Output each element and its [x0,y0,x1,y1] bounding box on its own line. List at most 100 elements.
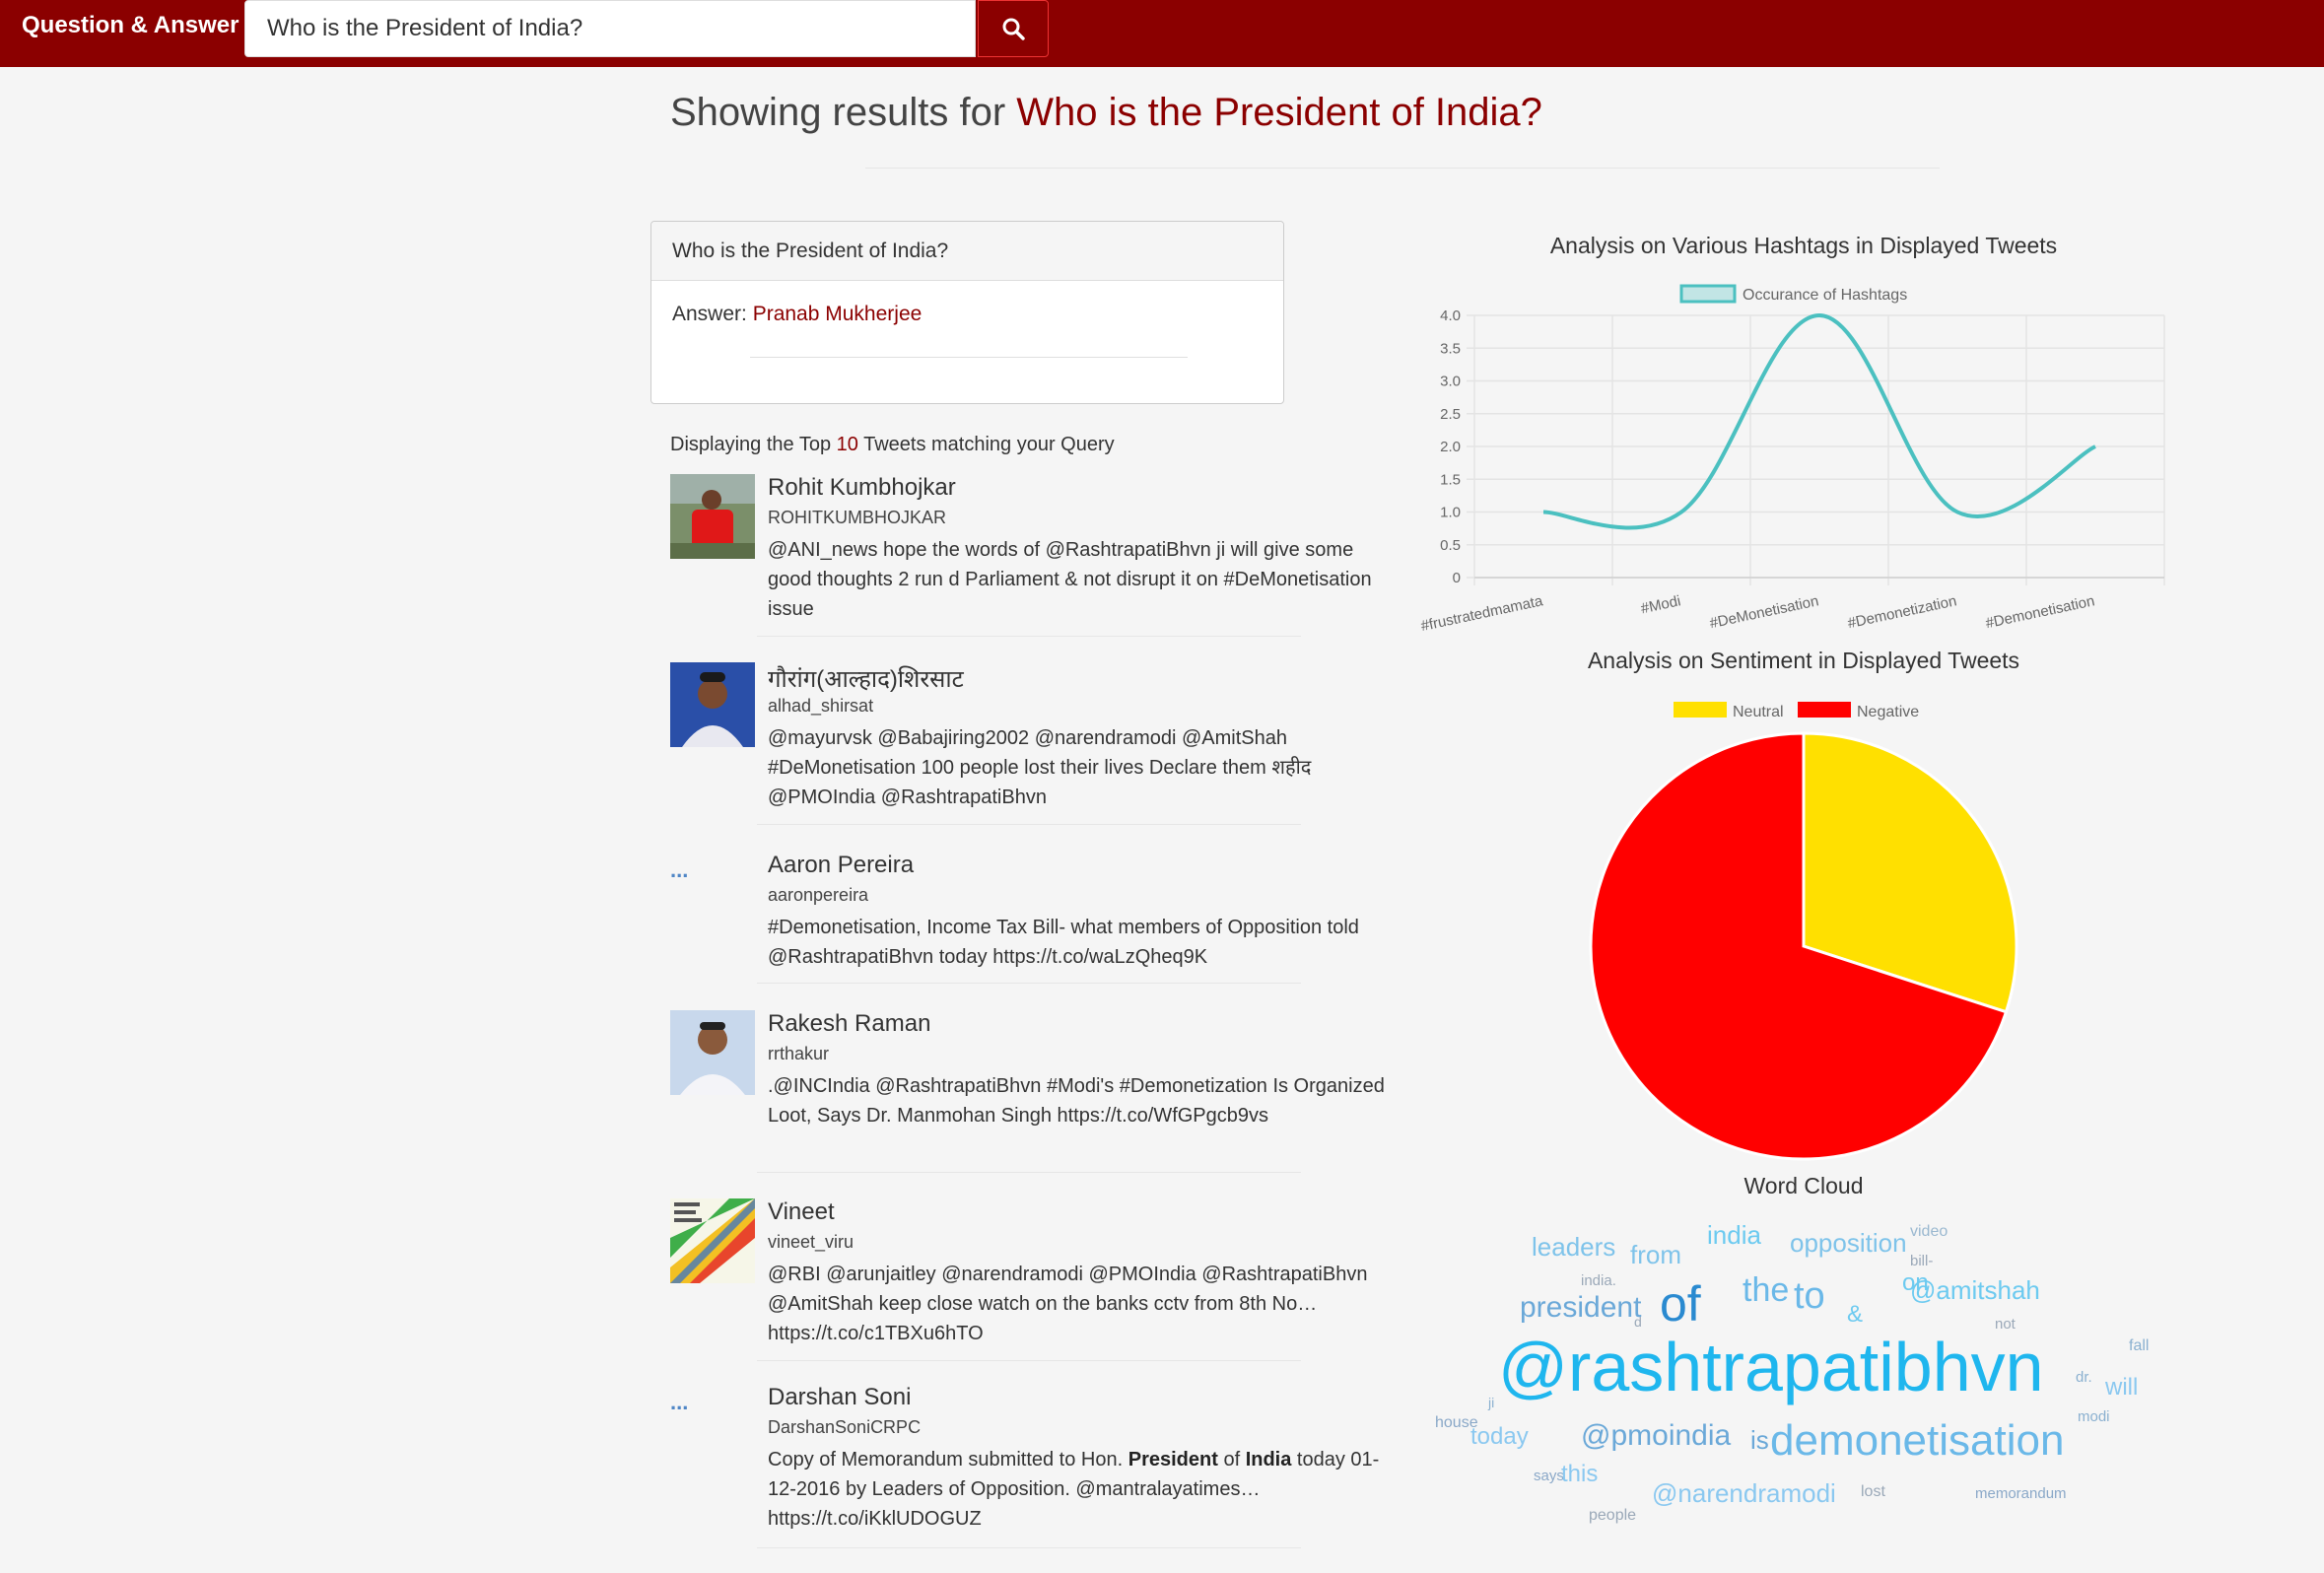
tweet-text: @RBI @arunjaitley @narendramodi @PMOIndi… [768,1264,1368,1344]
word-cloud-word: dr. [2076,1369,2092,1386]
tweet-author-name[interactable]: Darshan Soni [768,1384,911,1411]
tweet-text: @mayurvsk @Babajiring2002 @narendramodi … [768,727,1312,808]
tweet-text-part: of [1217,1449,1246,1470]
word-cloud-word: from [1630,1240,1681,1269]
divider [757,636,1301,637]
sentiment-chart-title: Analysis on Sentiment in Displayed Tweet… [1587,648,2020,673]
word-cloud-word: india. [1581,1272,1616,1289]
x-tick-label: #DeMonetisation [1708,592,1820,632]
x-tick-label: #frustratedmamata [1419,592,1544,633]
divider [757,1547,1301,1548]
answer-row: Answer: Pranab Mukherjee [672,303,922,326]
x-tick-label: #Demonetization [1846,592,1958,632]
word-cloud-word: @pmoindia [1581,1419,1732,1452]
avatar[interactable] [670,1010,755,1095]
x-tick-label: #Modi [1639,592,1682,617]
tweet-author-name[interactable]: Aaron Pereira [768,852,914,879]
word-cloud: leaders from india opposition video bill-indi… [1419,1208,2188,1543]
tweet-author-name[interactable]: Vineet [768,1198,835,1226]
word-cloud-word: demonetisation [1770,1416,2065,1465]
tweet-author-name[interactable]: Rakesh Raman [768,1010,930,1038]
hashtag-line-chart: Occurance of Hashtags 0 0.5 1.0 1.5 2.0 2.5 3.… [1419,284,2165,633]
legend-swatch-negative [1798,702,1851,718]
results-heading: Showing results for Who is the President… [670,91,1542,135]
results-heading-prefix: Showing results for [670,91,1006,134]
word-cloud-word: lost [1861,1483,1885,1500]
word-cloud-word: d [1634,1314,1642,1330]
word-cloud-word: modi [2078,1408,2110,1425]
answer-card-question: Who is the President of India? [651,222,1283,281]
y-tick-label: 3.5 [1440,340,1461,357]
word-cloud-word: today [1470,1423,1529,1450]
avatar-placeholder[interactable]: ... [670,1390,755,1419]
word-cloud-word: fall [2129,1337,2150,1354]
divider [750,357,1188,358]
y-tick-label: 2.0 [1440,439,1461,455]
legend-label-negative: Negative [1857,704,1919,720]
tweet-text: @ANI_news hope the words of @Rashtrapati… [768,539,1372,620]
word-cloud-word: ji [1488,1395,1495,1410]
word-cloud-word: india [1707,1220,1761,1250]
avatar-placeholder[interactable]: ... [670,857,755,887]
word-cloud-word: opposition [1790,1228,1907,1258]
answer-value: Pranab Mukherjee [752,303,923,325]
legend-swatch [1679,284,1737,304]
word-cloud-word: the [1743,1271,1790,1309]
tweet-text-highlight: India [1245,1449,1292,1470]
tweet-author-name[interactable]: Rohit Kumbhojkar [768,474,956,502]
tweets-caption: Displaying the Top 10 Tweets matching yo… [670,434,1115,456]
tweet-text-part: Copy of Memorandum submitted to Hon. [768,1449,1128,1470]
app-title[interactable]: Question & Answer [22,12,239,39]
tweet-text: .@INCIndia @RashtrapatiBhvn #Modi's #Dem… [768,1075,1385,1127]
y-tick-label: 0.5 [1440,537,1461,554]
tweet-author-handle[interactable]: aaronpereira [768,885,868,906]
word-cloud-word: president [1520,1291,1642,1324]
legend-swatch-neutral [1674,702,1727,718]
word-cloud-word: this [1561,1461,1599,1487]
tweet-author-handle[interactable]: ROHITKUMBHOJKAR [768,508,946,528]
word-cloud-word: @rashtrapatibhvn [1498,1329,2044,1405]
tweets-caption-prefix: Displaying the Top [670,434,832,455]
divider [757,1360,1301,1361]
top-navbar: Question & Answer [0,0,2324,67]
word-cloud-word: to [1794,1275,1825,1317]
word-cloud-word: leaders [1532,1232,1616,1262]
tweet-author-name[interactable]: गौरांग(आल्हाद)शिरसाट [768,662,964,695]
sentiment-pie-chart: Neutral Negative [1589,702,2018,1161]
search-icon [1002,18,1025,40]
word-cloud-word: video [1910,1223,1948,1240]
series-line [1542,312,2096,530]
tweet-author-handle[interactable]: vineet_viru [768,1232,854,1253]
divider [757,824,1301,825]
avatar[interactable] [670,474,755,559]
y-tick-label: 4.0 [1440,308,1461,324]
word-cloud-word: @narendramodi [1652,1478,1836,1508]
word-cloud-word: @amitshah [1910,1275,2040,1305]
divider [757,1172,1301,1173]
answer-label: Answer: [672,303,747,325]
word-cloud-word: will [2105,1374,2139,1401]
word-cloud-word: is [1750,1425,1769,1455]
tweet-author-handle[interactable]: alhad_shirsat [768,696,873,717]
tweet-text-highlight: President [1128,1449,1218,1470]
search-button[interactable] [978,0,1049,57]
avatar[interactable] [670,662,755,747]
tweet-author-handle[interactable]: DarshanSoniCRPC [768,1417,921,1438]
tweets-caption-suffix: Tweets matching your Query [863,434,1115,455]
divider [865,168,1940,169]
tweet-text: Copy of Memorandum submitted to Hon. Pre… [768,1445,1399,1534]
results-heading-query: Who is the President of India? [1016,91,1542,134]
x-tick-label: #Demonetisation [1984,592,2096,632]
y-tick-label: 2.5 [1440,406,1461,423]
word-cloud-word: memorandum [1975,1485,2067,1502]
y-tick-label: 1.5 [1440,471,1461,488]
y-tick-label: 1.0 [1440,505,1461,521]
hashtag-chart-title: Analysis on Various Hashtags in Displaye… [1549,233,2058,258]
tweet-author-handle[interactable]: rrthakur [768,1044,829,1064]
tweets-count: 10 [836,434,858,455]
word-cloud-word: people [1589,1507,1637,1524]
avatar[interactable] [670,1198,755,1283]
y-tick-label: 3.0 [1440,374,1461,390]
search-input[interactable] [244,0,976,57]
legend-label-neutral: Neutral [1733,704,1784,720]
